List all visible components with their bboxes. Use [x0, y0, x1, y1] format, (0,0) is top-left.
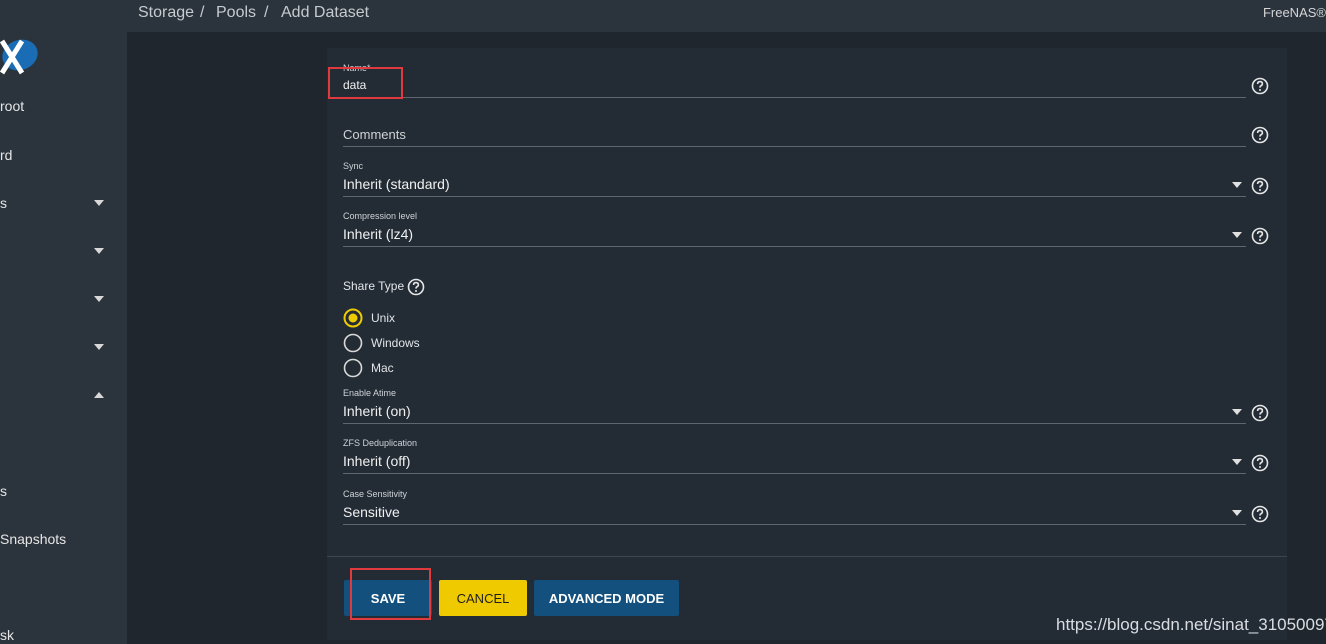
dropdown-arrow-icon[interactable]: [1232, 232, 1242, 238]
sync-value[interactable]: Inherit (standard): [343, 176, 450, 192]
chevron-down-icon[interactable]: [93, 295, 105, 303]
breadcrumb-separator: /: [200, 4, 205, 21]
dropdown-arrow-icon[interactable]: [1232, 409, 1242, 415]
watermark-text: https://blog.csdn.net/sinat_31050097: [1056, 615, 1326, 634]
sidebar-item-disks[interactable]: sk: [0, 627, 14, 643]
sync-select[interactable]: Sync Inherit (standard): [343, 158, 1246, 197]
help-icon[interactable]: [1251, 404, 1269, 422]
help-icon[interactable]: [1251, 454, 1269, 472]
save-button[interactable]: SAVE: [344, 580, 432, 616]
actions-divider: [327, 556, 1287, 557]
radio-windows-label[interactable]: Windows: [371, 336, 420, 350]
dropdown-arrow-icon[interactable]: [1232, 182, 1242, 188]
top-bar: Storage / Pools / Add Dataset FreeNAS®: [127, 0, 1326, 32]
chevron-down-icon[interactable]: [93, 343, 105, 351]
comments-field[interactable]: Comments: [343, 111, 1246, 147]
dropdown-arrow-icon[interactable]: [1232, 510, 1242, 516]
case-sensitivity-select[interactable]: Case Sensitivity Sensitive: [343, 486, 1246, 525]
name-input[interactable]: data: [343, 78, 366, 92]
breadcrumb-storage[interactable]: Storage: [138, 4, 194, 22]
comments-input[interactable]: Comments: [343, 127, 406, 142]
cancel-button[interactable]: CANCEL: [439, 580, 527, 616]
sidebar-item-dashboard[interactable]: rd: [0, 147, 12, 163]
freenas-logo-icon: [0, 39, 38, 75]
radio-mac[interactable]: [343, 358, 363, 378]
dedup-value[interactable]: Inherit (off): [343, 453, 410, 469]
dedup-label: ZFS Deduplication: [343, 438, 418, 448]
atime-label: Enable Atime: [343, 388, 397, 398]
sidebar-item-snapshots[interactable]: Snapshots: [0, 531, 66, 547]
compression-label: Compression level: [343, 211, 418, 221]
radio-mac-label[interactable]: Mac: [371, 361, 394, 375]
radio-unix[interactable]: [343, 308, 363, 328]
sidebar: root rd s s Snapshots sk: [0, 0, 127, 644]
sidebar-item-root[interactable]: root: [0, 98, 24, 114]
brand-name: FreeNAS®: [1262, 5, 1326, 20]
case-sensitivity-label: Case Sensitivity: [343, 489, 408, 499]
chevron-down-icon[interactable]: [93, 199, 105, 207]
dropdown-arrow-icon[interactable]: [1232, 459, 1242, 465]
help-icon[interactable]: [1251, 77, 1269, 95]
atime-select[interactable]: Enable Atime Inherit (on): [343, 385, 1246, 424]
help-icon[interactable]: [1251, 177, 1269, 195]
share-type-label: Share Type: [343, 279, 405, 293]
add-dataset-form: Name* data Comments Sync Inherit (standa…: [327, 48, 1287, 640]
radio-windows[interactable]: [343, 333, 363, 353]
atime-value[interactable]: Inherit (on): [343, 403, 411, 419]
compression-select[interactable]: Compression level Inherit (lz4): [343, 208, 1246, 247]
dedup-select[interactable]: ZFS Deduplication Inherit (off): [343, 435, 1246, 474]
help-icon[interactable]: [407, 278, 425, 296]
name-label: Name*: [343, 63, 371, 73]
sidebar-item-accounts[interactable]: s: [0, 195, 7, 211]
sync-label: Sync: [343, 161, 364, 171]
radio-unix-label[interactable]: Unix: [371, 311, 395, 325]
breadcrumb-pools[interactable]: Pools: [216, 4, 256, 22]
chevron-down-icon[interactable]: [93, 247, 105, 255]
breadcrumb-current: Add Dataset: [281, 4, 370, 21]
breadcrumb-separator: /: [264, 4, 269, 21]
advanced-mode-button[interactable]: ADVANCED MODE: [534, 580, 679, 616]
help-icon[interactable]: [1251, 505, 1269, 523]
sidebar-item-pools[interactable]: s: [0, 483, 7, 499]
chevron-up-icon[interactable]: [93, 391, 105, 399]
help-icon[interactable]: [1251, 227, 1269, 245]
compression-value[interactable]: Inherit (lz4): [343, 226, 413, 242]
name-field[interactable]: Name* data: [343, 61, 1246, 98]
help-icon[interactable]: [1251, 126, 1269, 144]
case-sensitivity-value[interactable]: Sensitive: [343, 504, 400, 520]
